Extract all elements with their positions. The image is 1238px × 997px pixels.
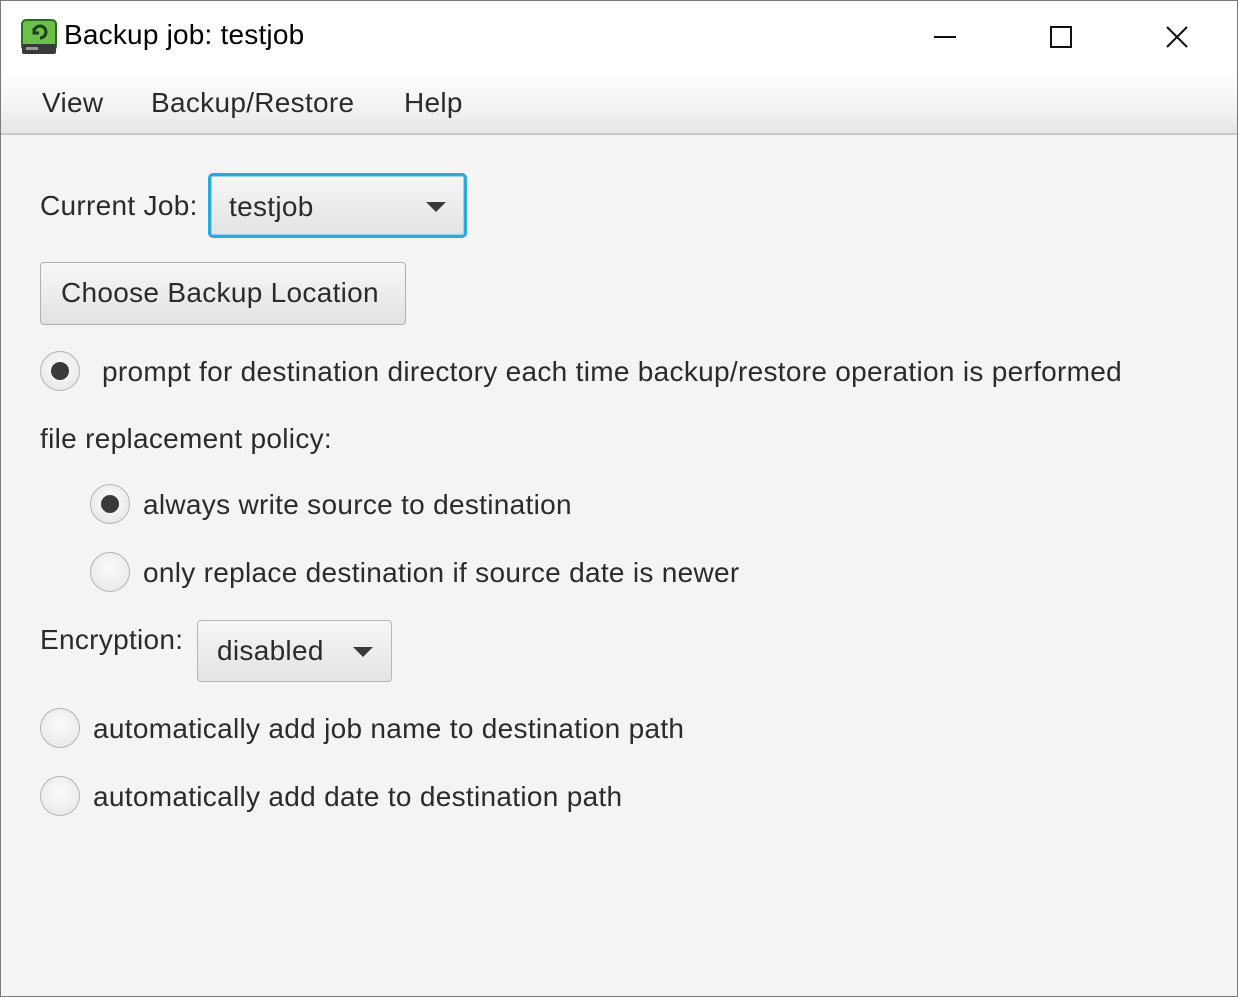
app-window: Backup job: testjob View Backup/Restore … [0, 0, 1238, 997]
title-bar: Backup job: testjob [1, 1, 1237, 73]
menu-backup-restore[interactable]: Backup/Restore [151, 87, 354, 119]
minimize-button[interactable] [887, 1, 1003, 73]
main-content: Current Job: testjob Choose Backup Locat… [1, 135, 1237, 996]
current-job-value: testjob [229, 191, 314, 222]
replace-if-newer-radio[interactable] [90, 552, 130, 592]
always-write-label: always write source to destination [143, 489, 572, 520]
menu-view[interactable]: View [42, 87, 103, 119]
chevron-down-icon [353, 647, 373, 657]
app-drive-icon [20, 18, 58, 56]
close-icon [1166, 26, 1188, 48]
replace-if-newer-label: only replace destination if source date … [143, 557, 740, 588]
window-title: Backup job: testjob [64, 19, 305, 50]
current-job-select[interactable]: testjob [208, 173, 467, 238]
prompt-destination-radio[interactable] [40, 351, 80, 391]
encryption-label: Encryption: [40, 624, 184, 655]
menu-bar: View Backup/Restore Help [1, 73, 1237, 135]
choose-backup-location-button[interactable]: Choose Backup Location [40, 262, 406, 325]
add-date-radio[interactable] [40, 776, 80, 816]
add-job-name-radio[interactable] [40, 708, 80, 748]
add-job-name-label: automatically add job name to destinatio… [93, 713, 685, 744]
encryption-select[interactable]: disabled [197, 620, 392, 682]
encryption-value: disabled [217, 635, 324, 666]
chevron-down-icon [426, 202, 446, 212]
always-write-radio[interactable] [90, 484, 130, 524]
current-job-label: Current Job: [40, 190, 198, 221]
minimize-icon [934, 36, 956, 38]
close-button[interactable] [1119, 1, 1235, 73]
maximize-icon [1050, 26, 1072, 48]
prompt-destination-label: prompt for destination directory each ti… [102, 356, 1123, 387]
choose-backup-location-label: Choose Backup Location [61, 277, 379, 308]
maximize-button[interactable] [1003, 1, 1119, 73]
menu-help[interactable]: Help [404, 87, 463, 119]
add-date-label: automatically add date to destination pa… [93, 781, 623, 812]
file-replacement-policy-label: file replacement policy: [40, 423, 332, 454]
